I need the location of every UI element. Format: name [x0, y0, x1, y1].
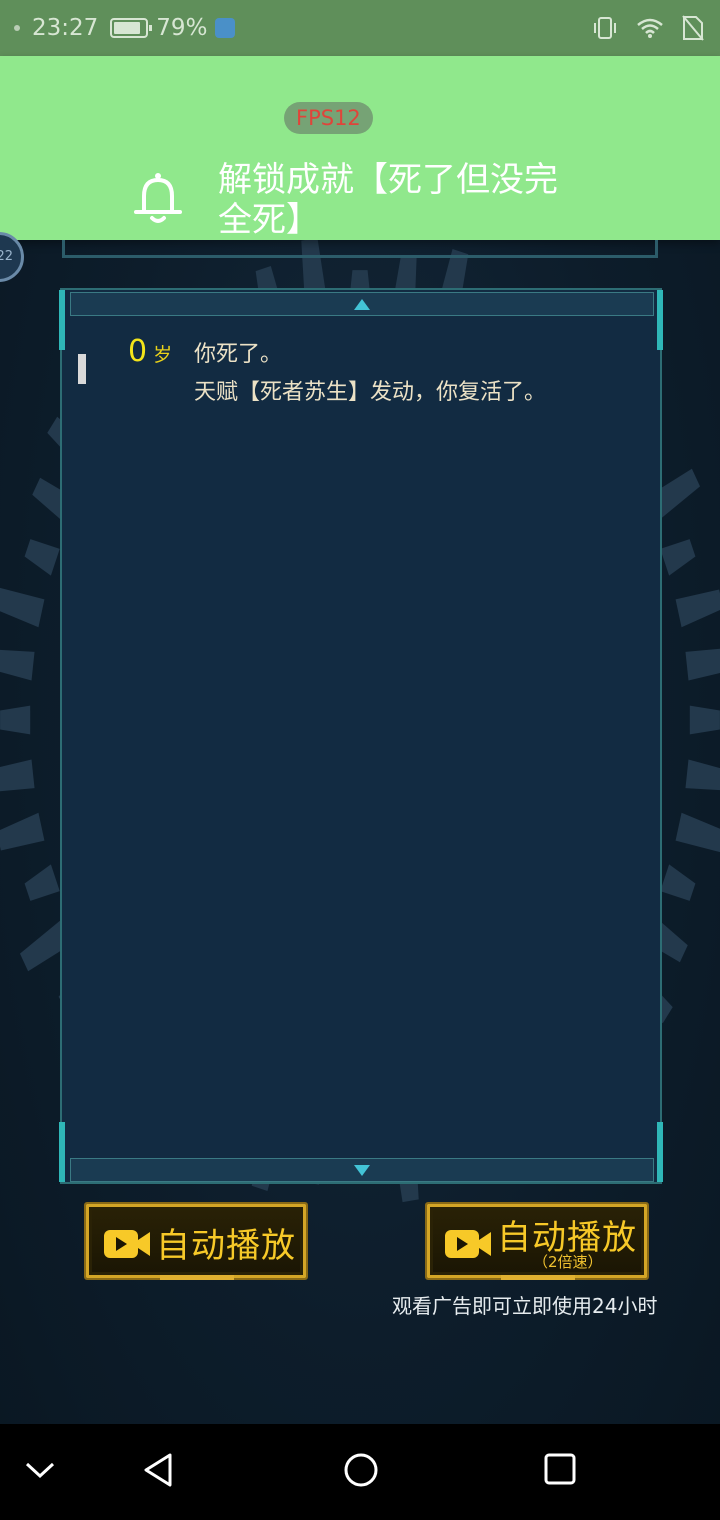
life-log-panel: 0岁 你死了。 天赋【死者苏生】发动，你复活了。 — [59, 288, 663, 1184]
bg-spoke — [0, 705, 31, 735]
status-icons — [592, 15, 704, 41]
entry-text: 你死了。 天赋【死者苏生】发动，你复活了。 — [194, 336, 546, 412]
bg-spoke — [675, 812, 720, 853]
bg-spoke — [685, 648, 720, 681]
no-sim-icon — [682, 15, 704, 41]
bg-spoke — [0, 812, 45, 851]
bg-spoke — [675, 589, 720, 628]
status-dot — [14, 25, 20, 31]
home-icon[interactable] — [343, 1452, 379, 1488]
auto-play-label: 自动播放 — [156, 1226, 296, 1266]
bg-spoke — [660, 539, 696, 576]
wifi-icon — [637, 18, 663, 38]
age-value: 0 — [128, 334, 148, 369]
age-unit: 岁 — [153, 344, 173, 366]
status-bar: 23:27 79% — [0, 0, 720, 56]
back-icon[interactable] — [142, 1452, 174, 1488]
status-time: 23:27 — [32, 15, 99, 41]
vibrate-icon — [594, 17, 616, 39]
panel-accent — [657, 1122, 663, 1182]
entry-line: 你死了。 — [194, 342, 283, 367]
battery-icon — [110, 18, 153, 38]
panel-accent — [59, 1122, 65, 1182]
camera-icon — [445, 1230, 491, 1258]
bg-spoke — [0, 587, 45, 628]
speed-sublabel: （2倍速） — [533, 1253, 603, 1271]
notification-text: 解锁成就【死了但没完全死】 — [218, 160, 558, 240]
security-shield-icon — [215, 18, 236, 38]
system-nav-bar — [0, 1424, 720, 1520]
entry-age: 0岁 — [128, 334, 172, 369]
camera-icon — [104, 1230, 150, 1258]
bg-spoke — [0, 649, 35, 681]
arrow-up-icon — [354, 299, 370, 310]
ad-hint-text: 观看广告即可立即使用24小时 — [392, 1294, 658, 1318]
bg-spoke — [685, 759, 720, 791]
bg-spoke — [24, 864, 60, 901]
panel-accent — [657, 290, 663, 350]
auto-play-2x-button[interactable]: 自动播放 （2倍速） — [425, 1202, 649, 1280]
bg-spoke — [24, 539, 60, 576]
bell-icon — [134, 173, 182, 223]
panel-accent — [59, 290, 65, 350]
recents-icon[interactable] — [543, 1452, 577, 1486]
arrow-down-icon — [354, 1165, 370, 1176]
collapse-icon[interactable] — [24, 1458, 56, 1482]
entry-line: 天赋【死者苏生】发动，你复活了。 — [194, 380, 547, 405]
auto-play-button[interactable]: 自动播放 — [84, 1202, 308, 1280]
bg-spoke — [689, 705, 720, 735]
bg-spoke — [660, 864, 696, 901]
fps-badge: FPS12 — [284, 102, 373, 134]
scroll-down-button[interactable] — [70, 1158, 654, 1182]
frame-top-decoration — [62, 240, 658, 258]
entry-marker — [78, 354, 86, 384]
battery-percent: 79% — [156, 15, 208, 41]
scroll-up-button[interactable] — [70, 292, 654, 316]
bg-spoke — [0, 759, 35, 792]
achievement-notification[interactable]: 解锁成就【死了但没完全死】 — [0, 56, 720, 240]
